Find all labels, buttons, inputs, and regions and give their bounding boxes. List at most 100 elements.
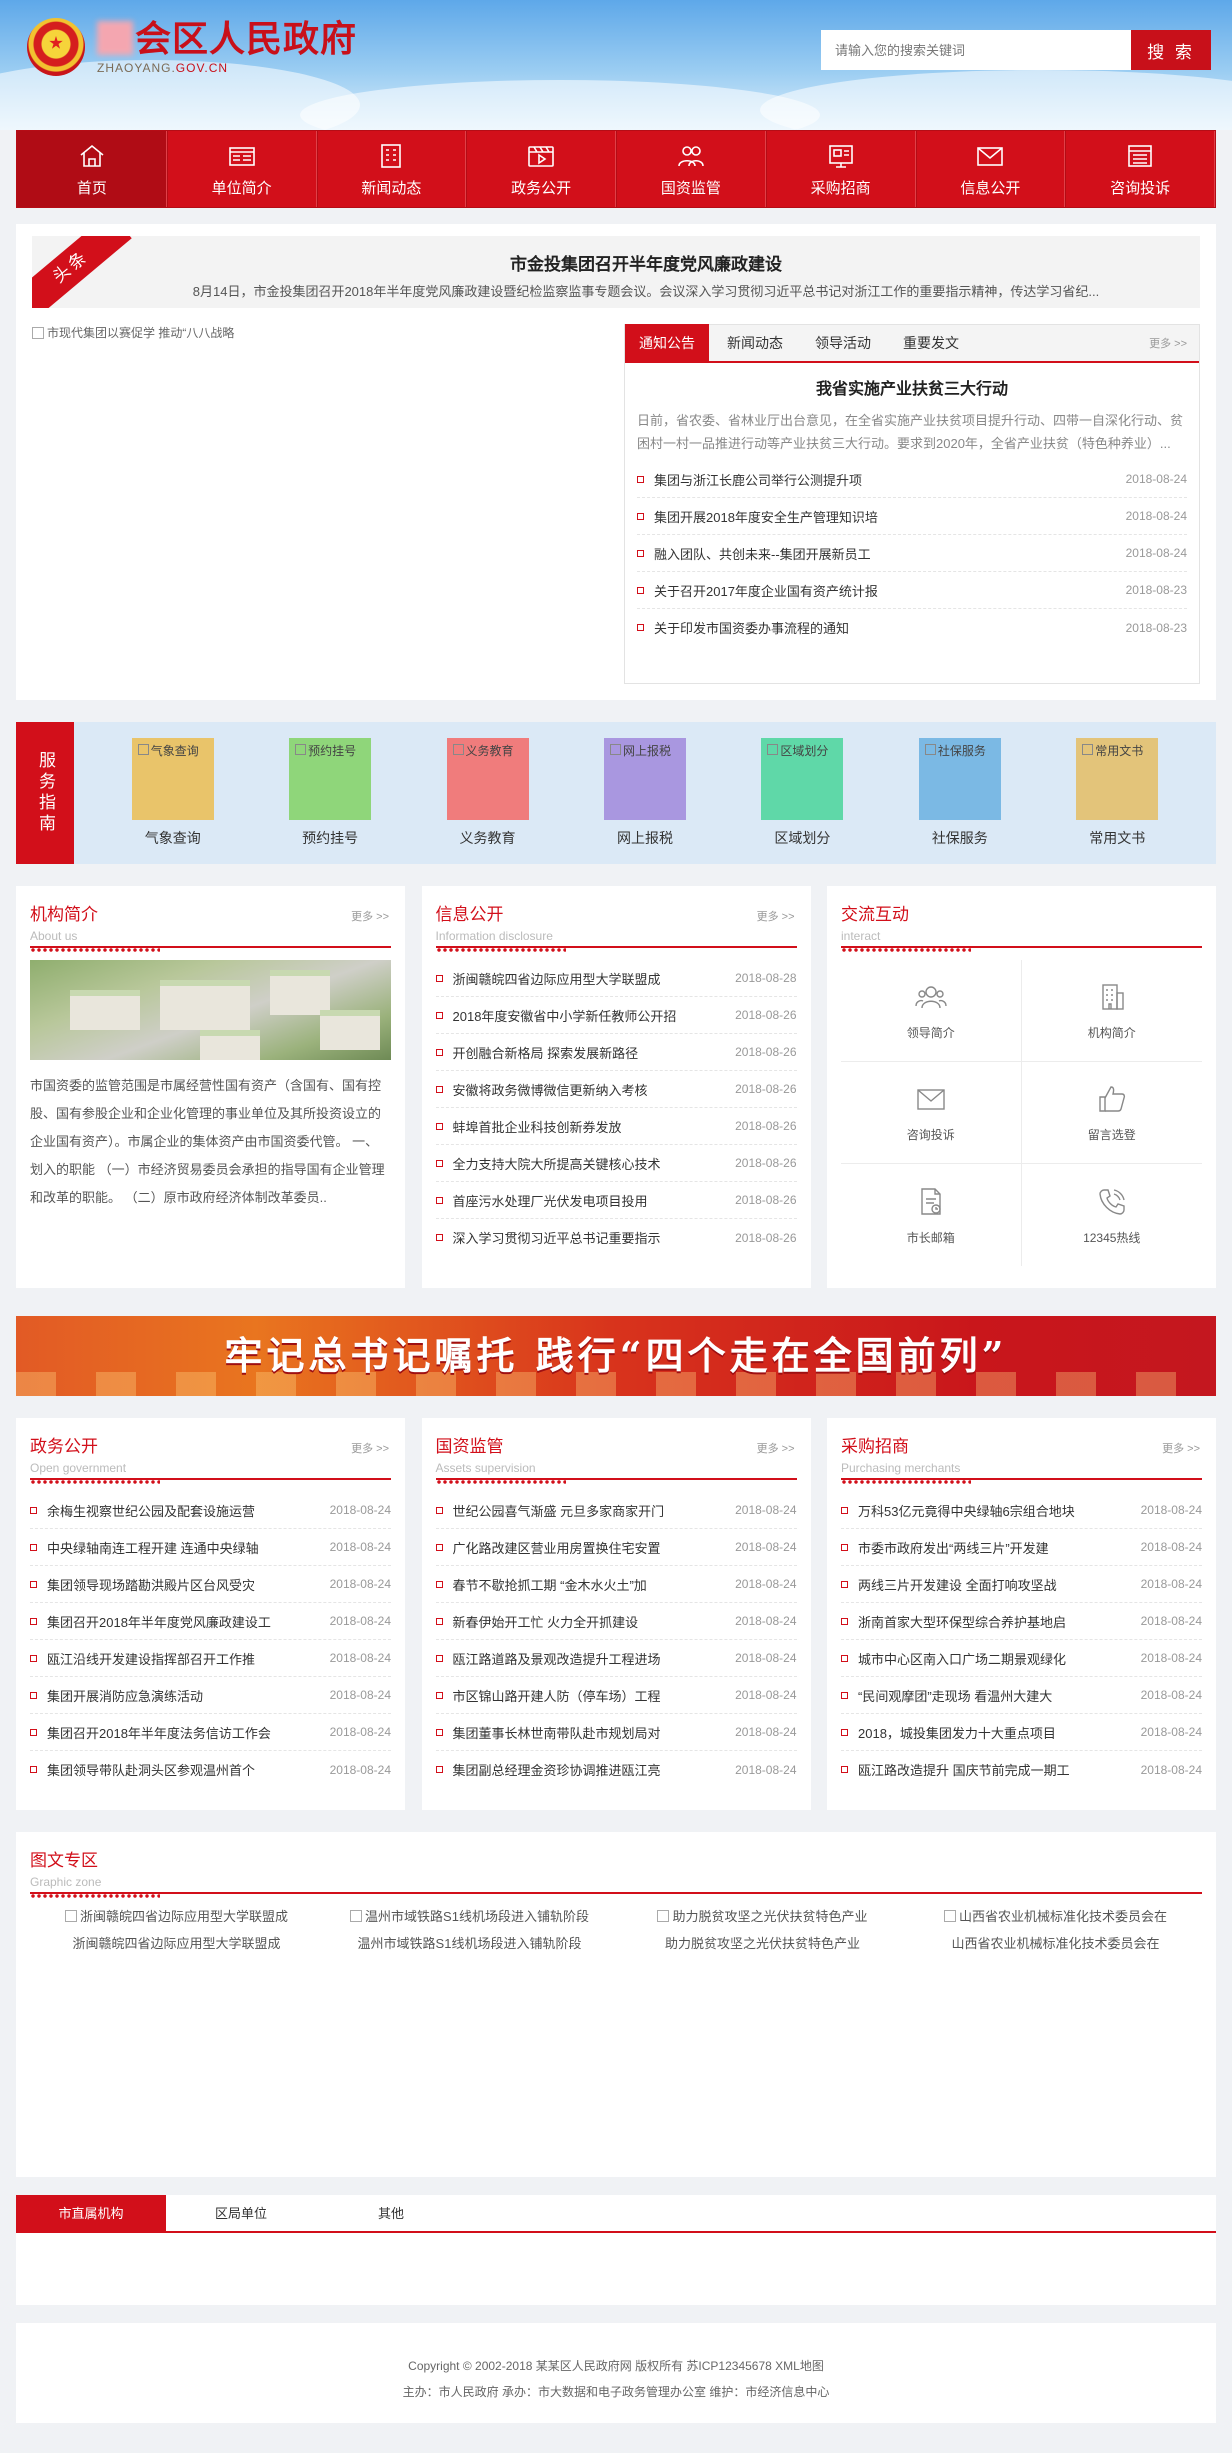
list-item[interactable]: 融入团队、共创未来--集团开展新员工 2018-08-24 bbox=[637, 535, 1187, 572]
list-item[interactable]: 新春伊始开工忙 火力全开抓建设 2018-08-24 bbox=[435, 1603, 797, 1640]
list-item-date: 2018-08-24 bbox=[735, 1614, 797, 1628]
list-item[interactable]: 深入学习贯彻习近平总书记重要指示 2018-08-26 bbox=[436, 1219, 797, 1256]
interact-consult[interactable]: 咨询投诉 bbox=[841, 1062, 1022, 1164]
headline-banner[interactable]: 头条 市金投集团召开半年度党风廉政建设 8月14日，市金投集团召开2018年半年… bbox=[32, 236, 1200, 308]
featured-title[interactable]: 我省实施产业扶贫三大行动 bbox=[637, 375, 1187, 399]
nav-item-assets[interactable]: 国资监管 bbox=[616, 131, 766, 207]
list-item[interactable]: 世纪公园喜气渐盛 元旦多家商家开门 2018-08-24 bbox=[435, 1492, 797, 1529]
service-item[interactable]: 预约挂号 预约挂号 bbox=[289, 738, 372, 848]
more-link[interactable]: 更多 >> bbox=[351, 1440, 389, 1456]
list-item[interactable]: 市委市政府发出“两线三片”开发建 2018-08-24 bbox=[841, 1529, 1202, 1566]
list-item-date: 2018-08-26 bbox=[735, 1119, 797, 1133]
list-item[interactable]: 集团领导现场踏勘洪殿片区台风受灾 2018-08-24 bbox=[30, 1566, 391, 1603]
info-list: 浙闽赣皖四省边际应用型大学联盟成 2018-08-28 2018年度安徽省中小学新任… bbox=[435, 960, 797, 1256]
notice-list: 集团与浙江长鹿公司举行公测提升项 2018-08-24 集团开展2018年度安全生… bbox=[625, 461, 1199, 646]
list-item-title: 浙南首家大型环保型综合养护基地启 bbox=[858, 1614, 1067, 1630]
tab-city-institutions[interactable]: 市直属机构 bbox=[16, 2195, 166, 2231]
nav-item-gov[interactable]: 政务公开 bbox=[466, 131, 616, 207]
nav-item-intro[interactable]: 单位简介 bbox=[166, 131, 317, 207]
list-item[interactable]: 安徽将政务微博微信更新纳入考核 2018-08-26 bbox=[435, 1071, 797, 1108]
tab-district-units[interactable]: 区局单位 bbox=[166, 2195, 316, 2231]
list-item-date: 2018-08-24 bbox=[329, 1651, 391, 1665]
more-link[interactable]: 更多 >> bbox=[1162, 1440, 1200, 1456]
service-item[interactable]: 气象查询 气象查询 bbox=[131, 738, 214, 848]
nav-item-info[interactable]: 信息公开 bbox=[915, 131, 1066, 207]
list-item[interactable]: 浙闽赣皖四省边际应用型大学联盟成 2018-08-28 bbox=[435, 960, 797, 997]
list-item-title: 广化路改建区营业用房置换住宅安置 bbox=[452, 1540, 661, 1556]
search-input[interactable] bbox=[821, 30, 1131, 70]
interact-mayor-mailbox[interactable]: 市长邮箱 bbox=[841, 1164, 1022, 1266]
nav-item-consult[interactable]: 咨询投诉 bbox=[1065, 131, 1215, 207]
list-item[interactable]: 余梅生视察世纪公园及配套设施运营 2018-08-24 bbox=[30, 1492, 391, 1529]
service-item[interactable]: 网上报税 网上报税 bbox=[603, 738, 686, 848]
gov-list: 余梅生视察世纪公园及配套设施运营 2018-08-24 中央绿轴南连工程开建 连通中… bbox=[30, 1492, 391, 1788]
list-item[interactable]: 瓯江路道路及景观改造提升工程进场 2018-08-24 bbox=[435, 1640, 797, 1677]
list-item[interactable]: 春节不歇抢抓工期 “金木水火土”加 2018-08-24 bbox=[435, 1566, 797, 1603]
nav-item-purchase[interactable]: 采购招商 bbox=[765, 131, 916, 207]
gallery-item[interactable]: 温州市域铁路S1线机场段进入铺轨阶段 温州市域铁路S1线机场段进入铺轨阶段 bbox=[335, 1906, 605, 1952]
list-item[interactable]: 广化路改建区营业用房置换住宅安置 2018-08-24 bbox=[435, 1529, 797, 1566]
more-link[interactable]: 更多 >> bbox=[1149, 335, 1187, 351]
tab-notice[interactable]: 通知公告 bbox=[625, 324, 709, 362]
list-item[interactable]: 浙南首家大型环保型综合养护基地启 2018-08-24 bbox=[841, 1603, 1202, 1640]
nav-item-home[interactable]: 首页 bbox=[17, 131, 167, 207]
more-link[interactable]: 更多 >> bbox=[757, 908, 795, 924]
interact-hotline[interactable]: 12345热线 bbox=[1022, 1164, 1203, 1266]
gallery-item[interactable]: 浙闽赣皖四省边际应用型大学联盟成 浙闽赣皖四省边际应用型大学联盟成 bbox=[42, 1906, 312, 1952]
tab-documents[interactable]: 重要发文 bbox=[889, 324, 973, 362]
list-item[interactable]: 集团开展消防应急演练活动 2018-08-24 bbox=[30, 1677, 391, 1714]
interact-org[interactable]: 机构简介 bbox=[1021, 960, 1202, 1062]
list-item[interactable]: 万科53亿元竟得中央绿轴6宗组合地块 2018-08-24 bbox=[841, 1492, 1202, 1529]
list-item[interactable]: 两线三片开发建设 全面打响攻坚战 2018-08-24 bbox=[841, 1566, 1202, 1603]
list-item-title: 瓯江沿线开发建设指挥部召开工作推 bbox=[47, 1651, 256, 1667]
list-item[interactable]: 市区锦山路开建人防（停车场）工程 2018-08-24 bbox=[435, 1677, 797, 1714]
headline-title[interactable]: 市金投集团召开半年度党风廉政建设 bbox=[152, 250, 1140, 275]
list-item[interactable]: 集团董事长林世南带队赴市规划局对 2018-08-24 bbox=[435, 1714, 797, 1751]
list-item[interactable]: 关于印发市国资委办事流程的通知 2018-08-23 bbox=[637, 609, 1187, 646]
slogan-banner[interactable]: 牢记总书记嘱托 践行“四个走在全国前列” bbox=[16, 1316, 1216, 1396]
search-button[interactable]: 搜 索 bbox=[1131, 30, 1211, 70]
service-tile-image: 气象查询 bbox=[131, 738, 214, 820]
interact-grid: 领导简介 机构简介 咨询投诉 留言选登 市长邮箱 12345热线 bbox=[841, 960, 1202, 1266]
tab-news[interactable]: 新闻动态 bbox=[713, 324, 797, 362]
list-item[interactable]: 蚌埠首批企业科技创新券发放 2018-08-26 bbox=[435, 1108, 797, 1145]
site-logo[interactable]: 会区人民政府 ZHAOYANG.GOV.CN bbox=[27, 18, 357, 76]
service-tile-alt: 预约挂号 bbox=[308, 744, 357, 758]
list-item[interactable]: 集团召开2018年半年度党风廉政建设工 2018-08-24 bbox=[30, 1603, 391, 1640]
nav-label: 首页 bbox=[76, 179, 107, 197]
list-item[interactable]: 集团领导带队赴洞头区参观温州首个 2018-08-24 bbox=[30, 1751, 391, 1788]
more-link[interactable]: 更多 >> bbox=[351, 908, 389, 924]
tab-other[interactable]: 其他 bbox=[316, 2195, 466, 2231]
list-item[interactable]: 瓯江路改造提升 国庆节前完成一期工 2018-08-24 bbox=[841, 1751, 1202, 1788]
nav-item-news[interactable]: 新闻动态 bbox=[316, 131, 467, 207]
list-item[interactable]: 城市中心区南入口广场二期景观绿化 2018-08-24 bbox=[841, 1640, 1202, 1677]
service-item[interactable]: 常用文书 常用文书 bbox=[1076, 738, 1159, 848]
list-item[interactable]: 关于召开2017年度企业国有资产统计报 2018-08-23 bbox=[637, 572, 1187, 609]
list-item[interactable]: 首座污水处理厂光伏发电项目投用 2018-08-26 bbox=[435, 1182, 797, 1219]
more-link[interactable]: 更多 >> bbox=[757, 1440, 795, 1456]
tab-leaders[interactable]: 领导活动 bbox=[801, 324, 885, 362]
list-item[interactable]: 中央绿轴南连工程开建 连通中央绿轴 2018-08-24 bbox=[30, 1529, 391, 1566]
list-item[interactable]: 瓯江沿线开发建设指挥部召开工作推 2018-08-24 bbox=[30, 1640, 391, 1677]
interact-leaders[interactable]: 领导简介 bbox=[841, 960, 1022, 1062]
list-item[interactable]: 2018，城投集团发力十大重点项目 2018-08-24 bbox=[841, 1714, 1202, 1751]
gallery-item[interactable]: 助力脱贫攻坚之光伏扶贫特色产业 助力脱贫攻坚之光伏扶贫特色产业 bbox=[628, 1906, 898, 1952]
list-item[interactable]: 集团召开2018年半年度法务信访工作会 2018-08-24 bbox=[30, 1714, 391, 1751]
list-item[interactable]: 2018年度安徽省中小学新任教师公开招 2018-08-26 bbox=[435, 997, 797, 1034]
gallery-item[interactable]: 山西省农业机械标准化技术委员会在 山西省农业机械标准化技术委员会在 bbox=[921, 1906, 1191, 1952]
service-item[interactable]: 社保服务 社保服务 bbox=[918, 738, 1001, 848]
list-item[interactable]: 集团与浙江长鹿公司举行公测提升项 2018-08-24 bbox=[637, 461, 1187, 498]
list-item-date: 2018-08-24 bbox=[735, 1577, 797, 1591]
list-item-date: 2018-08-24 bbox=[329, 1614, 391, 1628]
service-item[interactable]: 区域划分 区域划分 bbox=[761, 738, 844, 848]
list-item-date: 2018-08-24 bbox=[735, 1503, 797, 1517]
news-slideshow[interactable]: 市现代集团以赛促学 推动“八八战略 bbox=[32, 324, 607, 684]
service-item[interactable]: 义务教育 义务教育 bbox=[446, 738, 529, 848]
list-item[interactable]: 开创融合新格局 探索发展新路径 2018-08-26 bbox=[435, 1034, 797, 1071]
divider bbox=[841, 948, 971, 952]
list-item[interactable]: 集团副总经理金资珍协调推进瓯江亮 2018-08-24 bbox=[436, 1751, 797, 1788]
list-item[interactable]: 全力支持大院大所提高关键核心技术 2018-08-26 bbox=[435, 1145, 797, 1182]
list-item[interactable]: “民间观摩团”走现场 看温州大建大 2018-08-24 bbox=[841, 1677, 1202, 1714]
interact-messages[interactable]: 留言选登 bbox=[1021, 1062, 1202, 1164]
list-item[interactable]: 集团开展2018年度安全生产管理知识培 2018-08-24 bbox=[637, 498, 1187, 535]
